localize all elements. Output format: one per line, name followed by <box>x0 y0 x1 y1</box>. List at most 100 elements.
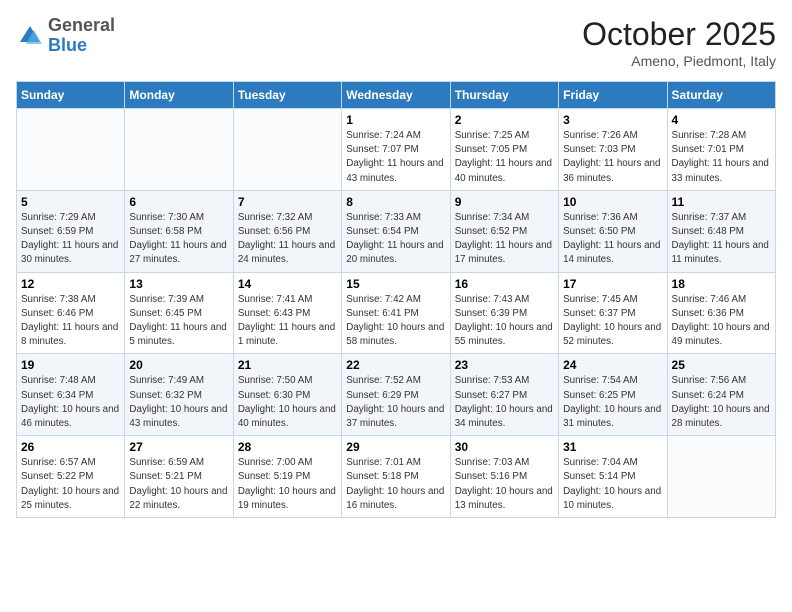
day-number: 26 <box>21 440 120 454</box>
calendar-cell: 12 Sunrise: 7:38 AMSunset: 6:46 PMDayligh… <box>17 272 125 354</box>
col-header-wednesday: Wednesday <box>342 82 450 109</box>
day-info: Sunrise: 7:37 AMSunset: 6:48 PMDaylight:… <box>672 211 771 268</box>
calendar-cell: 26 Sunrise: 6:57 AMSunset: 5:22 PMDayligh… <box>17 436 125 518</box>
day-info: Sunrise: 7:04 AMSunset: 5:14 PMDaylight:… <box>563 456 662 513</box>
day-number: 31 <box>563 440 662 454</box>
calendar-week-0: 1Sunrise: 7:24 AMSunset: 7:07 PMDaylight… <box>17 109 776 191</box>
day-info: Sunrise: 7:52 AMSunset: 6:29 PMDaylight:… <box>346 374 445 431</box>
calendar-cell: 14Sunrise: 7:41 AMSunset: 6:43 PMDayligh… <box>233 272 341 354</box>
day-number: 3 <box>563 113 662 127</box>
calendar-cell: 13 Sunrise: 7:39 AMSunset: 6:45 PMDayligh… <box>125 272 233 354</box>
calendar-cell: 18 Sunrise: 7:46 AMSunset: 6:36 PMDayligh… <box>667 272 775 354</box>
day-number: 20 <box>129 358 228 372</box>
day-number: 14 <box>238 277 337 291</box>
calendar-week-4: 26 Sunrise: 6:57 AMSunset: 5:22 PMDayligh… <box>17 436 776 518</box>
col-header-thursday: Thursday <box>450 82 558 109</box>
day-info: Sunrise: 7:00 AMSunset: 5:19 PMDaylight:… <box>238 456 337 513</box>
calendar-cell: 28 Sunrise: 7:00 AMSunset: 5:19 PMDayligh… <box>233 436 341 518</box>
day-info: Sunrise: 6:57 AMSunset: 5:22 PMDaylight:… <box>21 456 120 513</box>
calendar-cell: 23 Sunrise: 7:53 AMSunset: 6:27 PMDayligh… <box>450 354 558 436</box>
calendar-week-3: 19 Sunrise: 7:48 AMSunset: 6:34 PMDayligh… <box>17 354 776 436</box>
calendar-week-2: 12 Sunrise: 7:38 AMSunset: 6:46 PMDayligh… <box>17 272 776 354</box>
calendar-cell: 11 Sunrise: 7:37 AMSunset: 6:48 PMDayligh… <box>667 190 775 272</box>
day-info: Sunrise: 7:50 AMSunset: 6:30 PMDaylight:… <box>238 374 337 431</box>
day-info: Sunrise: 7:32 AMSunset: 6:56 PMDaylight:… <box>238 211 337 268</box>
calendar-cell: 3 Sunrise: 7:26 AMSunset: 7:03 PMDaylight… <box>559 109 667 191</box>
day-number: 22 <box>346 358 445 372</box>
day-number: 18 <box>672 277 771 291</box>
logo-icon <box>16 22 44 50</box>
day-number: 12 <box>21 277 120 291</box>
calendar-cell: 16 Sunrise: 7:43 AMSunset: 6:39 PMDayligh… <box>450 272 558 354</box>
col-header-monday: Monday <box>125 82 233 109</box>
day-info: Sunrise: 7:46 AMSunset: 6:36 PMDaylight:… <box>672 293 771 350</box>
day-number: 23 <box>455 358 554 372</box>
logo-blue-text: Blue <box>48 35 87 55</box>
day-number: 9 <box>455 195 554 209</box>
day-info: Sunrise: 7:54 AMSunset: 6:25 PMDaylight:… <box>563 374 662 431</box>
col-header-saturday: Saturday <box>667 82 775 109</box>
day-info: Sunrise: 7:29 AMSunset: 6:59 PMDaylight:… <box>21 211 120 268</box>
day-info: Sunrise: 7:56 AMSunset: 6:24 PMDaylight:… <box>672 374 771 431</box>
day-info: Sunrise: 7:28 AMSunset: 7:01 PMDaylight:… <box>672 129 771 186</box>
title-block: October 2025 Ameno, Piedmont, Italy <box>582 16 776 69</box>
day-number: 28 <box>238 440 337 454</box>
day-number: 24 <box>563 358 662 372</box>
col-header-friday: Friday <box>559 82 667 109</box>
day-number: 19 <box>21 358 120 372</box>
day-number: 7 <box>238 195 337 209</box>
col-header-tuesday: Tuesday <box>233 82 341 109</box>
day-number: 1 <box>346 113 445 127</box>
day-info: Sunrise: 7:49 AMSunset: 6:32 PMDaylight:… <box>129 374 228 431</box>
day-info: Sunrise: 7:43 AMSunset: 6:39 PMDaylight:… <box>455 293 554 350</box>
calendar-header: SundayMondayTuesdayWednesdayThursdayFrid… <box>17 82 776 109</box>
days-header-row: SundayMondayTuesdayWednesdayThursdayFrid… <box>17 82 776 109</box>
day-number: 11 <box>672 195 771 209</box>
day-info: Sunrise: 7:33 AMSunset: 6:54 PMDaylight:… <box>346 211 445 268</box>
day-number: 8 <box>346 195 445 209</box>
calendar-cell: 25 Sunrise: 7:56 AMSunset: 6:24 PMDayligh… <box>667 354 775 436</box>
calendar-cell: 4Sunrise: 7:28 AMSunset: 7:01 PMDaylight… <box>667 109 775 191</box>
calendar-cell: 7 Sunrise: 7:32 AMSunset: 6:56 PMDaylight… <box>233 190 341 272</box>
calendar-cell <box>667 436 775 518</box>
calendar-cell: 9Sunrise: 7:34 AMSunset: 6:52 PMDaylight… <box>450 190 558 272</box>
day-number: 5 <box>21 195 120 209</box>
logo: General Blue <box>16 16 115 56</box>
calendar-cell: 20 Sunrise: 7:49 AMSunset: 6:32 PMDayligh… <box>125 354 233 436</box>
day-number: 30 <box>455 440 554 454</box>
day-info: Sunrise: 7:45 AMSunset: 6:37 PMDaylight:… <box>563 293 662 350</box>
calendar-cell: 6Sunrise: 7:30 AMSunset: 6:58 PMDaylight… <box>125 190 233 272</box>
calendar-cell: 29Sunrise: 7:01 AMSunset: 5:18 PMDayligh… <box>342 436 450 518</box>
calendar-cell <box>17 109 125 191</box>
calendar-cell: 2Sunrise: 7:25 AMSunset: 7:05 PMDaylight… <box>450 109 558 191</box>
day-info: Sunrise: 7:26 AMSunset: 7:03 PMDaylight:… <box>563 129 662 186</box>
location-subtitle: Ameno, Piedmont, Italy <box>582 53 776 69</box>
calendar-cell: 21 Sunrise: 7:50 AMSunset: 6:30 PMDayligh… <box>233 354 341 436</box>
day-number: 13 <box>129 277 228 291</box>
day-number: 15 <box>346 277 445 291</box>
calendar-cell: 1Sunrise: 7:24 AMSunset: 7:07 PMDaylight… <box>342 109 450 191</box>
col-header-sunday: Sunday <box>17 82 125 109</box>
day-number: 29 <box>346 440 445 454</box>
day-number: 16 <box>455 277 554 291</box>
day-info: Sunrise: 7:42 AMSunset: 6:41 PMDaylight:… <box>346 293 445 350</box>
day-info: Sunrise: 7:53 AMSunset: 6:27 PMDaylight:… <box>455 374 554 431</box>
day-info: Sunrise: 7:36 AMSunset: 6:50 PMDaylight:… <box>563 211 662 268</box>
day-number: 21 <box>238 358 337 372</box>
day-number: 10 <box>563 195 662 209</box>
day-info: Sunrise: 7:38 AMSunset: 6:46 PMDaylight:… <box>21 293 120 350</box>
calendar-cell <box>125 109 233 191</box>
calendar-cell: 24 Sunrise: 7:54 AMSunset: 6:25 PMDayligh… <box>559 354 667 436</box>
calendar-cell <box>233 109 341 191</box>
day-number: 25 <box>672 358 771 372</box>
day-info: Sunrise: 7:39 AMSunset: 6:45 PMDaylight:… <box>129 293 228 350</box>
calendar-cell: 19 Sunrise: 7:48 AMSunset: 6:34 PMDayligh… <box>17 354 125 436</box>
day-info: Sunrise: 6:59 AMSunset: 5:21 PMDaylight:… <box>129 456 228 513</box>
logo-general-text: General <box>48 15 115 35</box>
day-info: Sunrise: 7:48 AMSunset: 6:34 PMDaylight:… <box>21 374 120 431</box>
calendar-cell: 15 Sunrise: 7:42 AMSunset: 6:41 PMDayligh… <box>342 272 450 354</box>
day-info: Sunrise: 7:03 AMSunset: 5:16 PMDaylight:… <box>455 456 554 513</box>
calendar-cell: 30 Sunrise: 7:03 AMSunset: 5:16 PMDayligh… <box>450 436 558 518</box>
calendar-cell: 17Sunrise: 7:45 AMSunset: 6:37 PMDayligh… <box>559 272 667 354</box>
day-number: 2 <box>455 113 554 127</box>
